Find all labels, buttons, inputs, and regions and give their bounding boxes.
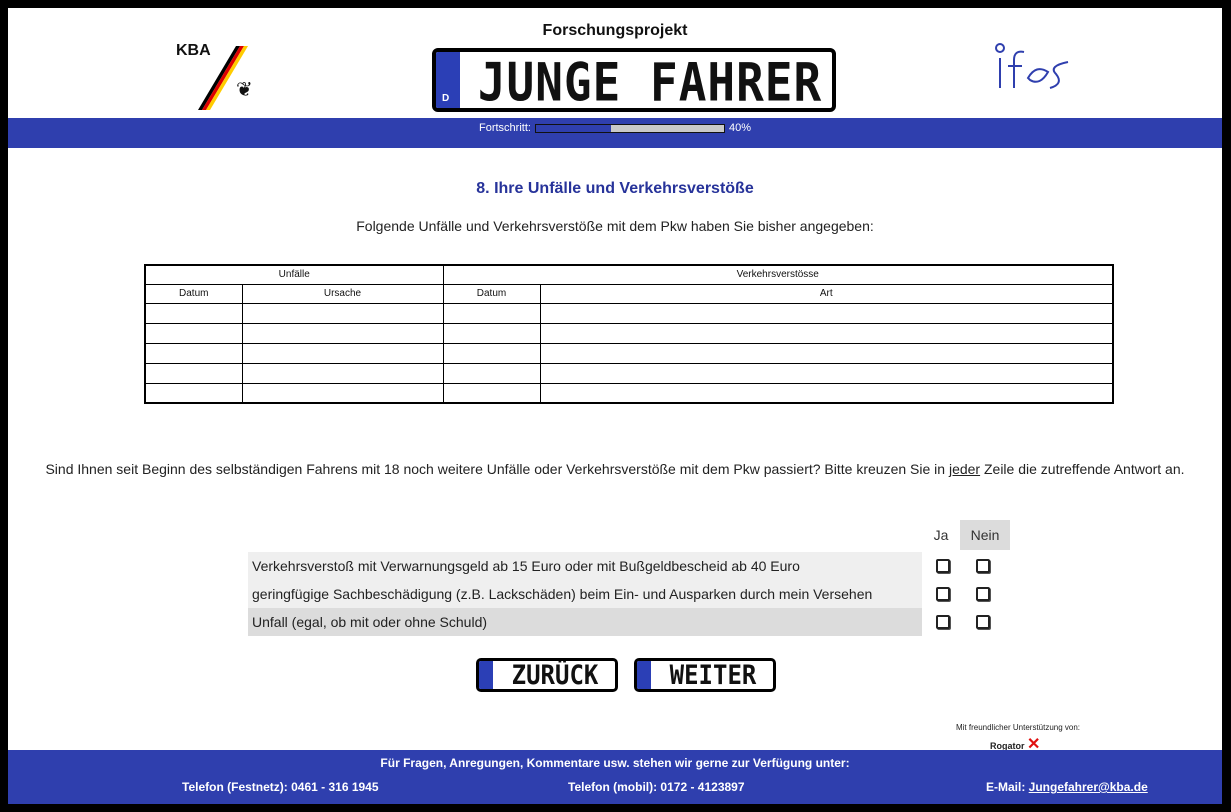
plate-text: JUNGE FAHRER [477,50,823,112]
eu-band-icon [479,661,493,689]
answer-row: Verkehrsverstoß mit Verwarnungsgeld ab 1… [248,552,1020,580]
back-button-label: ZURÜCK [511,659,599,691]
footer-phone-fixed: Telefon (Festnetz): 0461 - 316 1945 [182,780,379,794]
question-text: Sind Ihnen seit Beginn des selbständigen… [8,460,1222,478]
answer-nein-checkbox[interactable] [976,615,990,629]
answer-ja-checkbox[interactable] [936,615,950,629]
table-header-datum: Datum [442,283,541,304]
eu-band-icon [637,661,651,689]
table-header-datum: Datum [144,283,243,304]
table-header-art: Art [539,283,1114,304]
table-row [144,362,1114,384]
progress-label: Fortschritt: [479,122,531,134]
project-title: Forschungsprojekt [542,22,688,39]
answer-ja-checkbox[interactable] [936,559,950,573]
ifes-logo [995,43,1069,89]
footer-contact-intro: Für Fragen, Anregungen, Kommentare usw. … [380,756,850,770]
answer-label: Unfall (egal, ob mit oder ohne Schuld) [248,608,922,636]
next-button-label: WEITER [669,659,757,691]
answer-row: Unfall (egal, ob mit oder ohne Schuld) [248,608,1020,636]
header: KBA ❦ Forschungsprojekt D JUNGE FAHRER [8,8,1222,118]
answer-header-nein: Nein [960,520,1010,550]
answer-label: Verkehrsverstoß mit Verwarnungsgeld ab 1… [248,552,922,580]
back-button[interactable]: ZURÜCK [476,658,618,692]
next-button[interactable]: WEITER [634,658,776,692]
answer-nein-checkbox[interactable] [976,559,990,573]
kba-logo: KBA ❦ [168,40,288,110]
answer-nein-checkbox[interactable] [976,587,990,601]
section-title: 8. Ihre Unfälle und Verkehrsverstöße [476,180,754,197]
table-row [144,302,1114,324]
plate-country-code: D [442,93,450,104]
federal-eagle-icon: ❦ [236,79,253,101]
question-emphasis: jeder [948,461,981,477]
table-header-ursache: Ursache [241,283,444,304]
answer-header-ja: Ja [933,527,949,543]
progress-percent: 40% [728,122,751,134]
answer-ja-checkbox[interactable] [936,587,950,601]
support-text: Mit freundlicher Unterstützung von: [955,723,1081,732]
progress-bar-fill [535,124,612,132]
footer-phone-mobile: Telefon (mobil): 0172 - 4123897 [568,780,745,794]
progress-bar [534,123,725,133]
footer-email-link[interactable]: Jungefahrer@kba.de [1029,780,1148,794]
question-text-after: Zeile die zutreffende Antwort an. [980,461,1185,477]
survey-page: KBA ❦ Forschungsprojekt D JUNGE FAHRER F… [6,6,1224,806]
table-row [144,342,1114,364]
table-row [144,322,1114,344]
footer-email-label: E-Mail: [986,780,1029,794]
answer-row: geringfügige Sachbeschädigung (z.B. Lack… [248,580,1020,608]
table-group-verstoesse: Verkehrsverstösse [442,264,1114,285]
answer-label: geringfügige Sachbeschädigung (z.B. Lack… [248,580,922,608]
history-table: Unfälle Verkehrsverstösse Datum Ursache … [144,264,1114,404]
footer: Für Fragen, Anregungen, Kommentare usw. … [8,750,1222,804]
license-plate-logo: D JUNGE FAHRER [432,48,836,112]
table-group-unfaelle: Unfälle [144,264,444,285]
section-intro: Folgende Unfälle und Verkehrsverstöße mi… [356,218,874,234]
progress-indicator: Fortschritt: 40% [8,122,1222,136]
table-row [144,382,1114,404]
eu-band-icon: D [436,52,460,108]
question-text-before: Sind Ihnen seit Beginn des selbständigen… [45,461,949,477]
footer-email: E-Mail: Jungefahrer@kba.de [986,780,1148,794]
